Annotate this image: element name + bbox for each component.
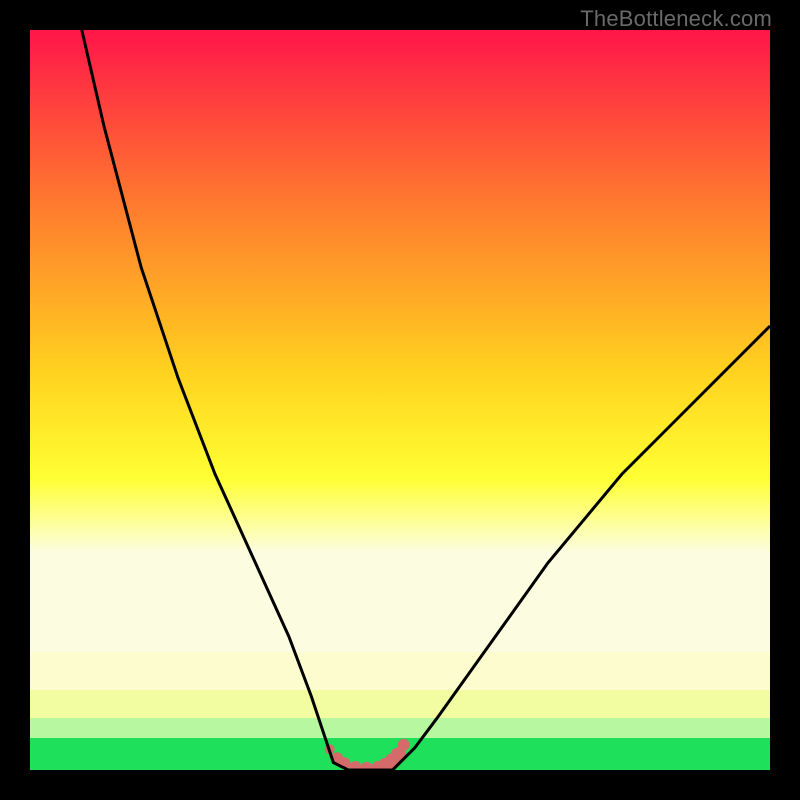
optimal-marker <box>398 739 410 751</box>
bottleneck-curve <box>82 30 770 770</box>
bottleneck-curve-layer <box>30 30 770 770</box>
watermark-source: TheBottleneck.com <box>580 6 772 32</box>
plot-area <box>30 30 770 770</box>
chart-frame: TheBottleneck.com <box>0 0 800 800</box>
